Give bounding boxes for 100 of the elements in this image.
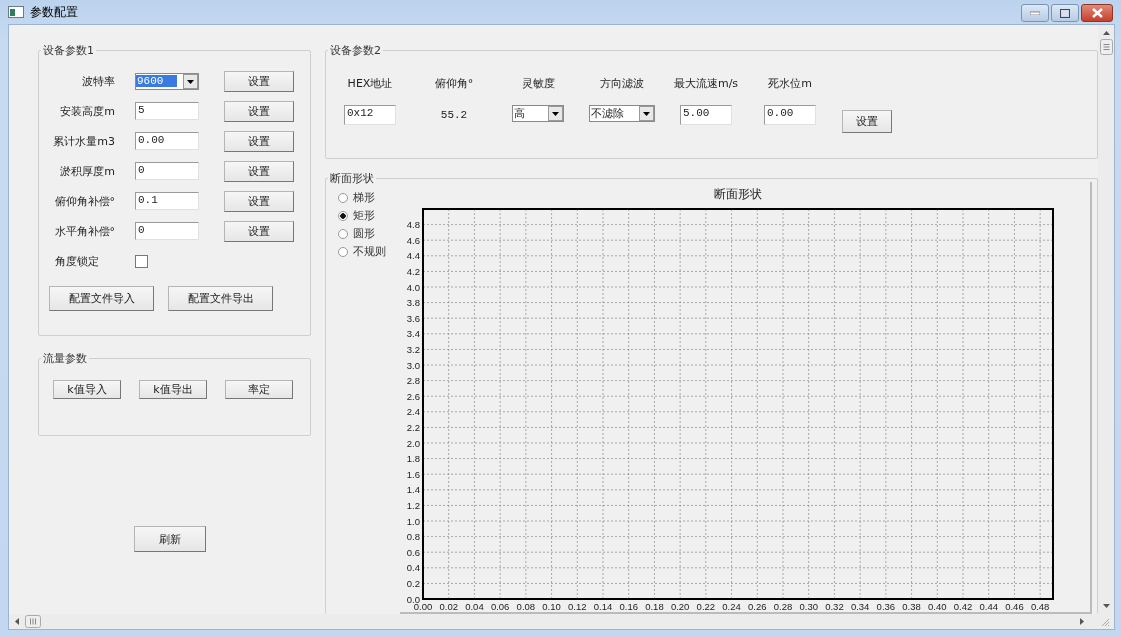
axis-tick-label: 0.02 bbox=[439, 601, 458, 612]
resize-grip-icon[interactable] bbox=[1100, 616, 1110, 627]
set-button[interactable]: 设置 bbox=[224, 130, 294, 152]
axis-tick-label: 0.40 bbox=[928, 601, 947, 612]
axis-tick-label: 1.8 bbox=[406, 453, 420, 465]
field-label: 死水位m bbox=[768, 76, 812, 91]
group-title: 设备参数2 bbox=[329, 43, 382, 58]
dropdown[interactable]: 9600 bbox=[135, 72, 199, 90]
vertical-scrollbar[interactable] bbox=[1098, 25, 1114, 614]
axis-tick-label: 0.26 bbox=[748, 601, 767, 612]
field-label: 方向滤波 bbox=[600, 76, 644, 91]
close-icon bbox=[1091, 8, 1103, 18]
field-label: 俯仰角° bbox=[434, 76, 474, 91]
horizontal-scrollbar[interactable] bbox=[9, 614, 1114, 629]
radio-button[interactable]: 圆形 bbox=[338, 226, 400, 241]
field-label: 累计水量m3 bbox=[52, 133, 115, 149]
input-field[interactable]: 0.00 bbox=[135, 132, 199, 150]
axis-tick-label: 2.0 bbox=[406, 437, 420, 449]
axis-tick-label: 3.6 bbox=[406, 312, 420, 324]
axis-tick-label: 0.16 bbox=[619, 601, 638, 612]
field-label: 俯仰角补偿° bbox=[53, 193, 115, 209]
dropdown[interactable]: 不滤除 bbox=[589, 105, 655, 122]
axis-tick-label: 4.0 bbox=[406, 281, 420, 293]
close-button[interactable] bbox=[1081, 4, 1113, 22]
scroll-thumb[interactable] bbox=[25, 615, 41, 628]
scroll-right-icon[interactable] bbox=[1080, 618, 1084, 625]
axis-tick-label: 0.04 bbox=[465, 601, 484, 612]
axis-tick-label: 0.32 bbox=[825, 601, 844, 612]
field-label: 最大流速m/s bbox=[673, 76, 739, 91]
group-title: 断面形状 bbox=[329, 171, 375, 186]
input-field[interactable]: 5.00 bbox=[680, 105, 732, 125]
set-button[interactable]: 设置 bbox=[224, 160, 294, 182]
axis-tick-label: 0.34 bbox=[850, 601, 870, 612]
input-field[interactable]: 0 bbox=[135, 222, 199, 240]
scroll-down-icon[interactable] bbox=[1102, 604, 1110, 608]
config-file-button[interactable]: 配置文件导入 bbox=[49, 286, 154, 311]
axis-tick-label: 4.4 bbox=[406, 250, 420, 262]
flow-button[interactable]: k值导入 bbox=[53, 380, 121, 399]
input-field[interactable]: 0.1 bbox=[135, 192, 199, 210]
axis-tick-label: 3.2 bbox=[406, 343, 420, 355]
group-title: 设备参数1 bbox=[42, 43, 95, 58]
config-file-button[interactable]: 配置文件导出 bbox=[168, 286, 273, 311]
set-button[interactable]: 设置 bbox=[224, 190, 294, 212]
axis-tick-label: 0.48 bbox=[1030, 601, 1050, 612]
axis-tick-label: 0.18 bbox=[645, 601, 664, 612]
field-label: HEX地址 bbox=[347, 76, 393, 91]
set-button[interactable]: 设置 bbox=[224, 100, 294, 122]
radio-button[interactable]: 不规则 bbox=[338, 244, 400, 259]
axis-tick-label: 2.2 bbox=[406, 421, 420, 433]
input-field[interactable]: 5 bbox=[135, 102, 199, 120]
radio-button[interactable]: 梯形 bbox=[338, 190, 400, 205]
scroll-thumb[interactable] bbox=[1099, 39, 1113, 55]
scroll-left-icon[interactable] bbox=[15, 618, 19, 625]
field-label: 淤积厚度m bbox=[59, 163, 115, 179]
dropdown[interactable]: 高 bbox=[512, 105, 564, 122]
field-label: 波特率 bbox=[81, 73, 115, 89]
maximize-button[interactable] bbox=[1051, 4, 1079, 22]
input-field[interactable]: 0x12 bbox=[344, 105, 396, 125]
set-button[interactable]: 设置 bbox=[224, 70, 294, 92]
axis-tick-label: 0.30 bbox=[799, 601, 818, 612]
field-label: 灵敏度 bbox=[521, 76, 555, 91]
axis-tick-label: 0.20 bbox=[670, 601, 690, 612]
input-field[interactable]: 0 bbox=[135, 162, 199, 180]
flow-button[interactable]: k值导出 bbox=[139, 380, 207, 399]
axis-tick-label: 0.36 bbox=[876, 601, 896, 612]
minimize-icon bbox=[1030, 11, 1040, 15]
axis-tick-label: 0.6 bbox=[406, 546, 420, 558]
radio-button[interactable]: 矩形 bbox=[338, 208, 400, 223]
axis-tick-label: 2.4 bbox=[406, 406, 420, 418]
axis-tick-label: 4.8 bbox=[406, 219, 420, 231]
axis-tick-label: 0.42 bbox=[953, 601, 973, 612]
flow-button[interactable]: 率定 bbox=[225, 380, 293, 399]
axis-tick-label: 0.4 bbox=[406, 562, 420, 574]
axis-tick-label: 1.6 bbox=[406, 468, 420, 480]
axis-tick-label: 1.2 bbox=[406, 499, 420, 511]
axis-tick-label: 4.2 bbox=[406, 265, 420, 277]
group-title: 流量参数 bbox=[42, 351, 88, 366]
scroll-up-icon[interactable] bbox=[1102, 31, 1110, 35]
axis-tick-label: 0.14 bbox=[593, 601, 613, 612]
angle-reading: 55.2 bbox=[440, 108, 468, 123]
refresh-button[interactable]: 刷新 bbox=[134, 526, 206, 552]
caret-icon bbox=[183, 73, 198, 89]
chart-title: 断面形状 bbox=[714, 187, 762, 201]
axis-tick-label: 3.8 bbox=[406, 297, 420, 309]
axis-tick-label: 3.4 bbox=[406, 328, 420, 340]
caret-icon bbox=[548, 106, 563, 121]
axis-tick-label: 0.2 bbox=[406, 577, 420, 589]
caret-icon bbox=[639, 106, 654, 121]
axis-tick-label: 1.4 bbox=[406, 484, 420, 496]
axis-tick-label: 0.8 bbox=[406, 531, 420, 543]
window-title: 参数配置 bbox=[30, 3, 78, 21]
axis-tick-label: 0.10 bbox=[542, 601, 561, 612]
axis-tick-label: 0.08 bbox=[516, 601, 536, 612]
axis-tick-label: 0.24 bbox=[722, 601, 741, 612]
set-button[interactable]: 设置 bbox=[224, 220, 294, 242]
axis-tick-label: 0.12 bbox=[568, 601, 587, 612]
set-button[interactable]: 设置 bbox=[842, 110, 892, 133]
checkbox[interactable] bbox=[135, 254, 148, 268]
input-field[interactable]: 0.00 bbox=[764, 105, 816, 125]
field-label: 安装高度m bbox=[59, 103, 115, 119]
